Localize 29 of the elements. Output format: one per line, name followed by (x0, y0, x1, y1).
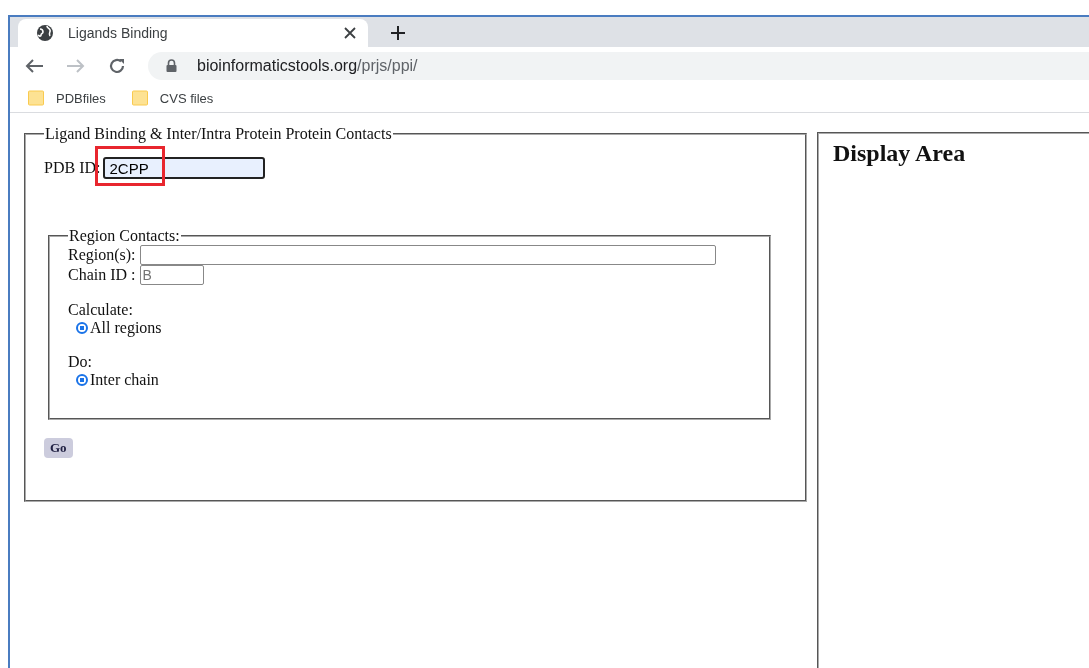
folder-icon (28, 90, 44, 106)
region-field[interactable] (139, 245, 716, 265)
field-label: Region(s): (68, 245, 136, 265)
folder-icon (131, 90, 148, 106)
close-icon[interactable] (344, 27, 356, 39)
group-label: Calculate: (68, 301, 133, 318)
panel-legend: Region Contacts: (68, 227, 181, 245)
pdb-id-field[interactable]: 2CPP (103, 157, 266, 179)
panel-legend: Ligand Binding & Inter/Intra Protein Protein Contacts (44, 125, 393, 143)
go-button[interactable]: Go (44, 438, 73, 458)
display-title: Display Area (833, 140, 967, 167)
browser-tab[interactable]: Ligands Binding (18, 19, 368, 47)
bookmark[interactable]: PDBfiles (28, 90, 106, 106)
tab-title: Ligands Binding (68, 25, 169, 41)
new-tab-icon[interactable] (390, 25, 406, 41)
bookmark[interactable]: CVS files (131, 90, 214, 106)
address-bar[interactable]: bioinformaticstools.org/prjs/ppi/ (148, 51, 1089, 80)
radio-option[interactable]: All regions (76, 319, 751, 337)
back-icon[interactable] (24, 57, 44, 74)
url-text: bioinformaticstools.org/prjs/ppi/ (197, 56, 418, 75)
globe-icon (36, 24, 54, 42)
radio-button[interactable] (76, 322, 88, 334)
radio-button[interactable] (76, 374, 88, 386)
radio-option[interactable]: Inter chain (76, 371, 751, 389)
lock-icon (166, 59, 177, 72)
field-label: Chain ID : (68, 265, 136, 285)
chain-id-field[interactable]: B (139, 265, 204, 285)
reload-icon[interactable] (108, 56, 126, 75)
group-label: Do: (68, 353, 92, 370)
